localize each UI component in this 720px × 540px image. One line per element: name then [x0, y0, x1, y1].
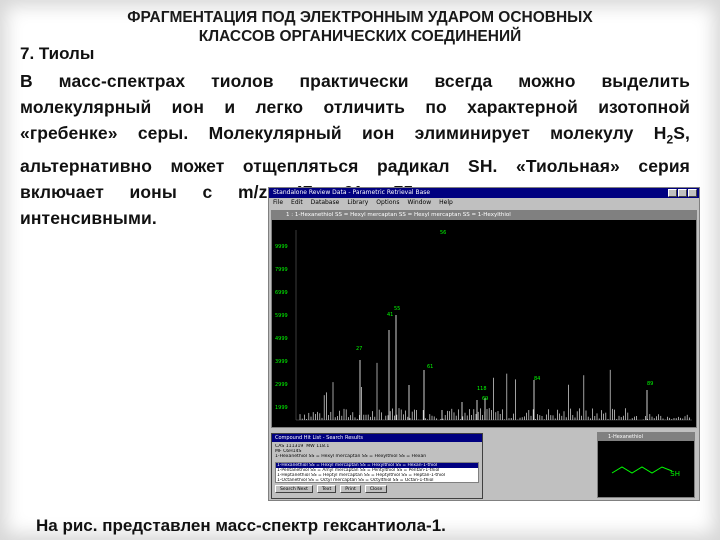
hit-list[interactable]: 1-Hexanethiol SS = Hexyl mercaptan SS = … [275, 461, 479, 483]
structure-drawing [611, 466, 673, 474]
figure-caption: На рис. представлен масс-спектр гексанти… [36, 516, 446, 535]
print-button[interactable]: Print [340, 484, 361, 493]
menu-file[interactable]: File [273, 198, 283, 208]
para-line-2: молекулярный ион и легко отличить по хар… [20, 97, 690, 117]
spectrum-peaks [299, 315, 690, 420]
y-tick-label: 4999 [275, 336, 288, 342]
y-tick-label: 9999 [275, 244, 288, 250]
title-line-1: ФРАГМЕНТАЦИЯ ПОД ЭЛЕКТРОННЫМ УДАРОМ ОСНО… [127, 9, 593, 26]
window-title: Standalone Review Data - Parametric Retr… [273, 189, 431, 196]
mw-label: MW [306, 444, 315, 449]
minimize-button[interactable] [668, 189, 677, 197]
peak-label: 56 [440, 230, 446, 236]
y-tick-label: 6999 [275, 290, 288, 296]
menu-window[interactable]: Window [407, 198, 431, 208]
y-tick-label: 5999 [275, 313, 288, 319]
peak-label: 61 [427, 364, 433, 370]
peak-label: 69 [482, 396, 488, 402]
para-line-3-text: «гребенке» серы. Молекулярный ион элимин… [20, 123, 667, 143]
y-tick-label: 2999 [275, 382, 288, 388]
hit-list-dialog: Compound Hit List - Search Results CAS 1… [271, 433, 483, 499]
para-line-4: альтернативно может отщепляться радикал … [20, 155, 690, 176]
menu-bar: File Edit Database Library Options Windo… [269, 198, 699, 208]
structure-title: 1-Hexanethiol [598, 433, 694, 441]
title-line-2: КЛАССОВ ОРГАНИЧЕСКИХ СОЕДИНЕНИЙ [198, 28, 522, 45]
menu-database[interactable]: Database [311, 198, 340, 208]
peak-labels: 56 41 27 55 69 84 89 118 61 [356, 230, 653, 402]
slide-title: ФРАГМЕНТАЦИЯ ПОД ЭЛЕКТРОННЫМ УДАРОМ ОСНО… [20, 8, 700, 46]
menu-edit[interactable]: Edit [291, 198, 303, 208]
mw-value: 118.1 [316, 444, 330, 449]
peak-label: 84 [534, 376, 540, 382]
close-button[interactable] [688, 189, 697, 197]
sh-label: SH [670, 470, 680, 478]
para-line-3: «гребенке» серы. Молекулярный ион элимин… [20, 120, 690, 153]
peak-label: 118 [477, 386, 487, 392]
peak-label: 27 [356, 346, 362, 352]
peak-label: 55 [394, 306, 400, 312]
peak-label: 41 [387, 312, 393, 318]
structure-panel: 1-Hexanethiol SH [597, 432, 695, 498]
menu-help[interactable]: Help [439, 198, 453, 208]
y-tick-label: 3999 [275, 359, 288, 365]
menu-library[interactable]: Library [347, 198, 368, 208]
search-next-button[interactable]: Search Next [275, 484, 313, 493]
hit-list-item[interactable]: 1-Octanethiol SS = Octyl mercaptan SS = … [276, 478, 478, 482]
mass-spectrum-plot: 99997999699959994999399929991999 5641275… [275, 230, 692, 421]
compound-name: 1-Hexanethiol SS = Hexyl mercaptan SS = … [275, 454, 427, 460]
window-title-bar: Standalone Review Data - Parametric Retr… [269, 188, 699, 198]
spectrum-title-bar: 1 : 1-Hexanethiol SS = Hexyl mercaptan S… [272, 211, 696, 220]
maximize-button[interactable] [678, 189, 687, 197]
hit-list-title: Compound Hit List - Search Results [272, 434, 482, 442]
menu-options[interactable]: Options [376, 198, 399, 208]
software-window: Standalone Review Data - Parametric Retr… [268, 187, 700, 501]
spectrum-panel: 1 : 1-Hexanethiol SS = Hexyl mercaptan S… [271, 210, 697, 428]
section-heading: 7. Тиолы [20, 44, 95, 63]
h2s-tail: S, [673, 123, 690, 143]
text-button[interactable]: Text [316, 484, 337, 493]
spectrum-title: 1 : 1-Hexanethiol SS = Hexyl mercaptan S… [286, 212, 511, 218]
y-tick-label: 7999 [275, 267, 288, 273]
peak-label: 89 [647, 381, 653, 387]
y-tick-label: 1999 [275, 405, 288, 411]
close-dialog-button[interactable]: Close [364, 484, 388, 493]
para-line-1: В масс-спектрах тиолов практически всегд… [20, 71, 690, 91]
